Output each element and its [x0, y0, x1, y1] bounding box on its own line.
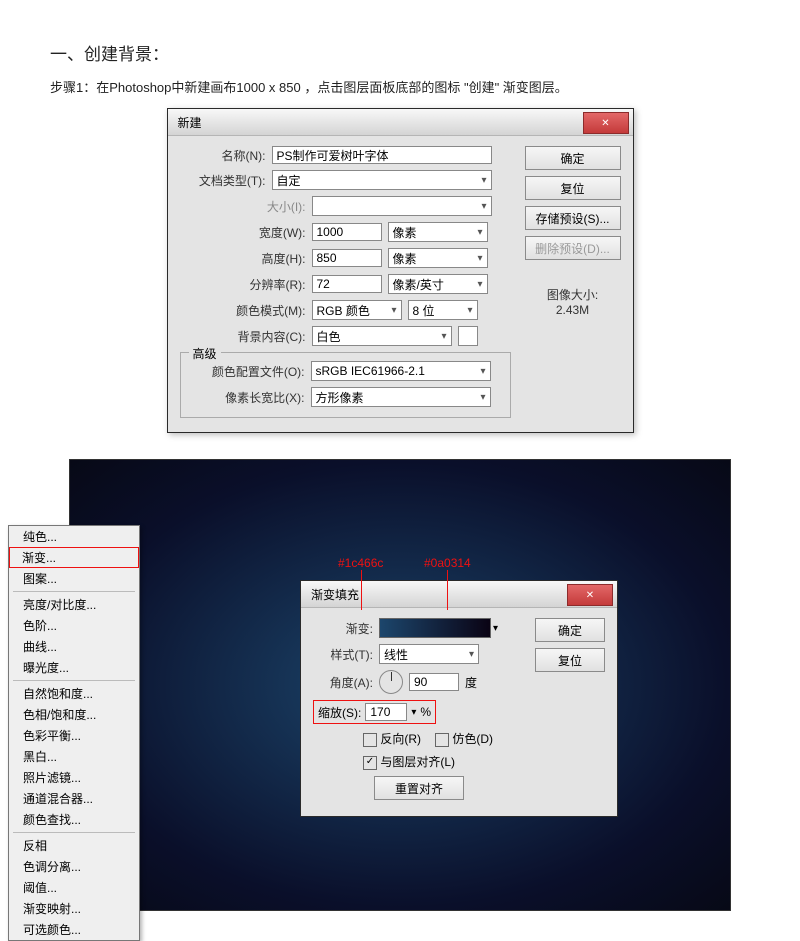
menu-channel-mixer[interactable]: 通道混合器... [9, 788, 139, 809]
scale-input[interactable] [365, 703, 407, 721]
titlebar: 新建 ✕ [168, 109, 633, 136]
size-select [312, 196, 492, 216]
scale-highlight: 缩放(S): ▾ % [313, 700, 436, 724]
menu-photo-filter[interactable]: 照片滤镜... [9, 767, 139, 788]
dialog-title: 新建 [168, 114, 202, 131]
align-label: 与图层对齐(L) [380, 755, 455, 769]
profile-select[interactable]: sRGB IEC61966-2.1 [311, 361, 491, 381]
width-unit[interactable]: 像素 [388, 222, 488, 242]
delete-preset-button: 删除预设(D)... [525, 236, 621, 260]
color-annotation-2: #0a0314 [424, 556, 471, 570]
bg-swatch[interactable] [458, 326, 478, 346]
preset-label: 文档类型(T): [180, 172, 266, 189]
menu-solid-color[interactable]: 纯色... [9, 526, 139, 547]
menu-hue-sat[interactable]: 色相/饱和度... [9, 704, 139, 725]
menu-threshold[interactable]: 阈值... [9, 877, 139, 898]
name-input[interactable] [272, 146, 492, 164]
menu-pattern[interactable]: 图案... [9, 568, 139, 589]
advanced-legend: 高级 [189, 345, 221, 362]
scale-label: 缩放(S): [318, 704, 361, 721]
menu-gradient[interactable]: 渐变... [9, 547, 139, 568]
menu-brightness[interactable]: 亮度/对比度... [9, 594, 139, 615]
menu-vibrance[interactable]: 自然饱和度... [9, 683, 139, 704]
preset-select[interactable]: 自定 [272, 170, 492, 190]
menu-selective-color[interactable]: 可选颜色... [9, 919, 139, 940]
bg-select[interactable]: 白色 [312, 326, 452, 346]
canvas-area: #1c466c #0a0314 纯色... 渐变... 图案... 亮度/对比度… [69, 459, 731, 911]
menu-levels[interactable]: 色阶... [9, 615, 139, 636]
angle-label: 角度(A): [313, 674, 373, 691]
gradient-label: 渐变: [313, 620, 373, 637]
dither-label: 仿色(D) [452, 732, 493, 746]
mode-select[interactable]: RGB 颜色 [312, 300, 402, 320]
save-preset-button[interactable]: 存储预设(S)... [525, 206, 621, 230]
menu-invert[interactable]: 反相 [9, 835, 139, 856]
style-label: 样式(T): [313, 646, 373, 663]
gradient-fill-dialog: 渐变填充 ✕ 渐变: ▾ 样式(T): 线性 角度(A): [300, 580, 618, 817]
name-label: 名称(N): [180, 147, 266, 164]
resolution-unit[interactable]: 像素/英寸 [388, 274, 488, 294]
bitdepth-select[interactable]: 8 位 [408, 300, 478, 320]
reverse-checkbox[interactable] [363, 733, 377, 747]
gf-titlebar: 渐变填充 ✕ [301, 581, 617, 608]
width-label: 宽度(W): [180, 224, 306, 241]
scale-unit: % [420, 705, 431, 719]
menu-color-balance[interactable]: 色彩平衡... [9, 725, 139, 746]
height-label: 高度(H): [180, 250, 306, 267]
ok-button[interactable]: 确定 [525, 146, 621, 170]
menu-bw[interactable]: 黑白... [9, 746, 139, 767]
angle-input[interactable] [409, 673, 459, 691]
adjustment-layer-menu: 纯色... 渐变... 图案... 亮度/对比度... 色阶... 曲线... … [8, 525, 140, 941]
step-text: 步骤1：在Photoshop中新建画布1000 x 850 ，点击图层面板底部的… [50, 77, 800, 96]
menu-gradient-map[interactable]: 渐变映射... [9, 898, 139, 919]
gf-title: 渐变填充 [301, 586, 359, 603]
menu-posterize[interactable]: 色调分离... [9, 856, 139, 877]
height-unit[interactable]: 像素 [388, 248, 488, 268]
height-input[interactable] [312, 249, 382, 267]
resolution-input[interactable] [312, 275, 382, 293]
angle-knob[interactable] [379, 670, 403, 694]
reset-align-button[interactable]: 重置对齐 [374, 776, 464, 800]
reset-button[interactable]: 复位 [525, 176, 621, 200]
resolution-label: 分辨率(R): [180, 276, 306, 293]
gf-ok-button[interactable]: 确定 [535, 618, 605, 642]
image-size-info: 图像大小: 2.43M [525, 286, 621, 317]
width-input[interactable] [312, 223, 382, 241]
dither-checkbox[interactable] [435, 733, 449, 747]
mode-label: 颜色模式(M): [180, 302, 306, 319]
profile-label: 颜色配置文件(O): [189, 363, 305, 380]
menu-curves[interactable]: 曲线... [9, 636, 139, 657]
bg-label: 背景内容(C): [180, 328, 306, 345]
close-icon[interactable]: ✕ [567, 584, 613, 606]
aspect-label: 像素长宽比(X): [189, 389, 305, 406]
menu-exposure[interactable]: 曝光度... [9, 657, 139, 678]
gradient-swatch[interactable] [379, 618, 491, 638]
style-select[interactable]: 线性 [379, 644, 479, 664]
size-label: 大小(I): [180, 198, 306, 215]
advanced-fieldset: 高级 颜色配置文件(O): sRGB IEC61966-2.1 像素长宽比(X)… [180, 352, 511, 418]
section-heading: 一、创建背景： [50, 40, 800, 65]
menu-color-lookup[interactable]: 颜色查找... [9, 809, 139, 830]
gf-reset-button[interactable]: 复位 [535, 648, 605, 672]
align-checkbox[interactable] [363, 756, 377, 770]
color-annotation-1: #1c466c [338, 556, 383, 570]
new-document-dialog: 新建 ✕ 名称(N): 文档类型(T): 自定 大小(I): [167, 108, 634, 433]
close-icon[interactable]: ✕ [583, 112, 629, 134]
aspect-select[interactable]: 方形像素 [311, 387, 491, 407]
angle-unit: 度 [465, 674, 477, 691]
reverse-label: 反向(R) [380, 732, 421, 746]
